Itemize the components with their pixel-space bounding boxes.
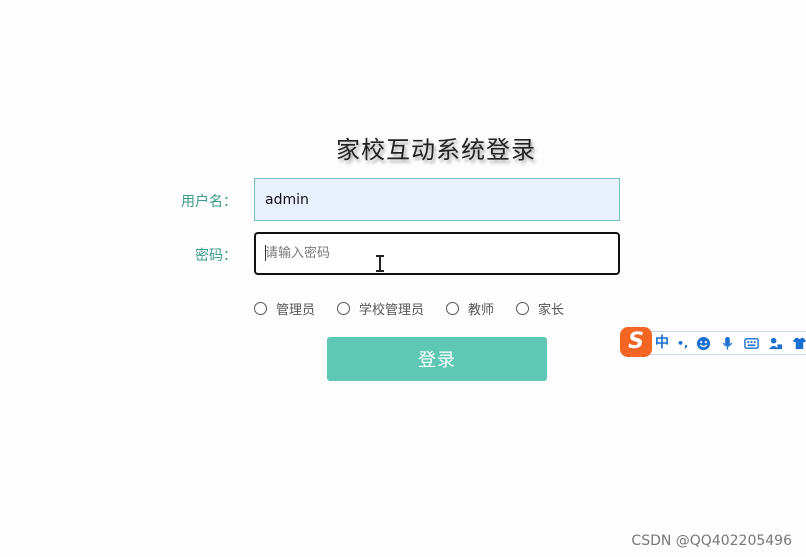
role-label: 管理员 [276, 302, 316, 318]
login-button[interactable]: 登录 [327, 337, 547, 381]
role-option-parent[interactable]: 家长 [516, 299, 564, 318]
radio-button[interactable] [337, 301, 351, 315]
radio-button[interactable] [254, 301, 267, 315]
role-label: 家长 [538, 302, 565, 318]
watermark: CSDN @QQ402205496 [631, 533, 792, 549]
radio-button[interactable] [446, 301, 460, 315]
username-input[interactable] [254, 178, 620, 221]
username-label: 用户名： [181, 194, 237, 210]
keyboard-icon[interactable] [744, 336, 759, 351]
role-option-school-admin[interactable]: 学校管理员 [337, 299, 424, 318]
shirt-icon[interactable] [792, 336, 806, 351]
user-skin-icon[interactable] [768, 336, 783, 351]
ime-punctuation-toggle[interactable]: •, [677, 338, 688, 349]
role-label: 学校管理员 [359, 302, 425, 318]
sogou-logo-icon[interactable]: S [620, 327, 652, 357]
radio-button[interactable] [516, 301, 530, 315]
ime-mode-toggle[interactable]: 中 [655, 336, 669, 350]
role-option-admin[interactable]: 管理员 [254, 299, 315, 318]
ime-toolbar-bar: 中 •, [642, 331, 806, 355]
role-option-teacher[interactable]: 教师 [446, 299, 494, 318]
password-input[interactable] [254, 232, 620, 275]
password-label: 密码： [195, 248, 237, 264]
ime-toolbar[interactable]: S 中 •, [620, 327, 806, 358]
role-label: 教师 [468, 302, 495, 318]
text-caret [265, 245, 266, 261]
role-radio-group: 管理员 学校管理员 教师 家长 [254, 298, 586, 318]
microphone-icon[interactable] [720, 336, 735, 351]
ibeam-cursor-icon [376, 255, 384, 272]
emoji-icon[interactable] [696, 336, 711, 351]
page-title: 家校互动系统登录 [336, 136, 536, 164]
